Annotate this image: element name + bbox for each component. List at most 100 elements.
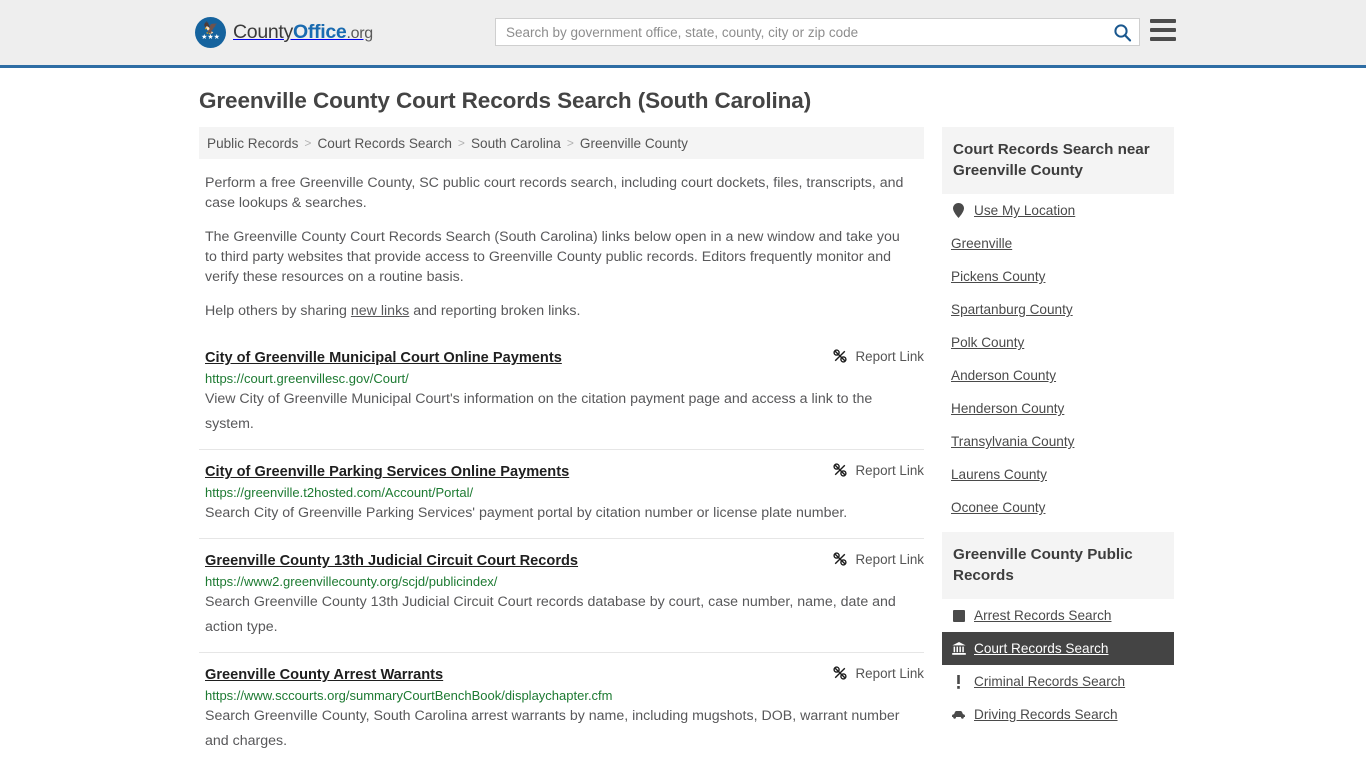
sidebar-item-label: Court Records Search — [974, 641, 1109, 656]
fingerprint-square-icon — [951, 608, 966, 623]
sidebar-item-criminal-records-search[interactable]: Criminal Records Search — [942, 665, 1174, 698]
sidebar-item-label: Greenville — [951, 236, 1013, 251]
result-title-link[interactable]: City of Greenville Parking Services Onli… — [205, 464, 569, 480]
sidebar-public-records-box: Greenville County Public Records Arrest … — [942, 532, 1174, 731]
search-icon — [1113, 23, 1131, 41]
sidebar-item-laurens-county[interactable]: Laurens County — [942, 458, 1174, 491]
sidebar-item-label: Driving Records Search — [974, 707, 1118, 722]
sidebar-item-label: Oconee County — [951, 500, 1046, 515]
result-url: https://greenville.t2hosted.com/Account/… — [205, 485, 474, 500]
search-button[interactable] — [1105, 19, 1139, 45]
sidebar-nearby-list: Use My Location Greenville Pickens Count… — [942, 194, 1174, 524]
intro-paragraph-1: Perform a free Greenville County, SC pub… — [205, 175, 904, 211]
sidebar-item-label: Spartanburg County — [951, 302, 1073, 317]
brand-org: .org — [346, 25, 373, 42]
broken-link-icon — [832, 552, 847, 566]
search-input[interactable] — [496, 19, 1105, 45]
hamburger-bar — [1150, 19, 1176, 23]
result-url: https://court.greenvillesc.gov/Court/ — [205, 371, 409, 386]
sidebar-item-label: Laurens County — [951, 467, 1047, 482]
result-title-link[interactable]: Greenville County Arrest Warrants — [205, 667, 443, 683]
sidebar-item-arrest-records-search[interactable]: Arrest Records Search — [942, 599, 1174, 632]
sidebar-item-label: Use My Location — [974, 203, 1076, 218]
intro-paragraph-2: The Greenville County Court Records Sear… — [205, 229, 900, 285]
search-bar — [495, 18, 1140, 46]
result-item: Greenville County Arrest Warrants Report… — [199, 652, 924, 766]
broken-link-icon — [832, 463, 847, 477]
sidebar-item-driving-records-search[interactable]: Driving Records Search — [942, 698, 1174, 731]
sidebar-item-polk-county[interactable]: Polk County — [942, 326, 1174, 359]
result-item: City of Greenville Municipal Court Onlin… — [199, 343, 924, 449]
sidebar-nearby-title: Court Records Search near Greenville Cou… — [942, 127, 1174, 194]
sidebar: Court Records Search near Greenville Cou… — [942, 127, 1174, 766]
breadcrumb-item-greenville-county[interactable]: Greenville County — [580, 136, 688, 151]
report-link-label: Report Link — [855, 462, 924, 478]
brand-county: County — [233, 21, 293, 43]
sidebar-item-court-records-search[interactable]: Court Records Search — [942, 632, 1174, 665]
sidebar-item-transylvania-county[interactable]: Transylvania County — [942, 425, 1174, 458]
sidebar-public-records-list: Arrest Records Search Court Records Sear… — [942, 599, 1174, 731]
report-link-button[interactable]: Report Link — [832, 462, 924, 478]
intro-p3-after: and reporting broken links. — [409, 303, 581, 319]
report-link-label: Report Link — [855, 665, 924, 681]
site-header: 🦅 ★★★ CountyOffice.org — [0, 0, 1366, 68]
result-url: https://www2.greenvillecounty.org/scjd/p… — [205, 574, 498, 589]
sidebar-item-label: Arrest Records Search — [974, 608, 1112, 623]
sidebar-item-oconee-county[interactable]: Oconee County — [942, 491, 1174, 524]
brand-text: CountyOffice.org — [233, 21, 373, 44]
eagle-seal-icon: 🦅 ★★★ — [195, 17, 226, 48]
sidebar-item-greenville[interactable]: Greenville — [942, 227, 1174, 260]
car-icon — [951, 707, 966, 722]
breadcrumb-separator: > — [304, 136, 312, 150]
sidebar-public-records-title: Greenville County Public Records — [942, 532, 1174, 599]
result-description: View City of Greenville Municipal Court'… — [205, 391, 873, 432]
hamburger-menu-icon[interactable] — [1150, 19, 1176, 41]
report-link-button[interactable]: Report Link — [832, 665, 924, 681]
result-description: Search Greenville County, South Carolina… — [205, 708, 900, 749]
sidebar-item-label: Criminal Records Search — [974, 674, 1126, 689]
site-logo[interactable]: 🦅 ★★★ CountyOffice.org — [195, 17, 373, 48]
breadcrumb-item-court-records-search[interactable]: Court Records Search — [317, 136, 451, 151]
content-row: Public Records > Court Records Search > … — [0, 127, 1366, 766]
result-url: https://www.sccourts.org/summaryCourtBen… — [205, 688, 613, 703]
exclamation-icon — [951, 674, 966, 689]
map-pin-icon — [951, 203, 966, 218]
intro-p3-before: Help others by sharing — [205, 303, 351, 319]
result-item: City of Greenville Parking Services Onli… — [199, 449, 924, 538]
broken-link-icon — [832, 666, 847, 680]
sidebar-nearby-box: Court Records Search near Greenville Cou… — [942, 127, 1174, 524]
page-body: Greenville County Court Records Search (… — [0, 68, 1366, 766]
hamburger-bar — [1150, 28, 1176, 32]
sidebar-item-label: Transylvania County — [951, 434, 1075, 449]
courthouse-icon — [951, 641, 966, 656]
result-title-link[interactable]: Greenville County 13th Judicial Circuit … — [205, 553, 578, 569]
intro-paragraph-3: Help others by sharing new links and rep… — [205, 301, 910, 321]
hamburger-bar — [1150, 37, 1176, 41]
breadcrumb-item-public-records[interactable]: Public Records — [207, 136, 298, 151]
sidebar-item-label: Henderson County — [951, 401, 1065, 416]
sidebar-item-label: Pickens County — [951, 269, 1046, 284]
report-link-label: Report Link — [855, 551, 924, 567]
broken-link-icon — [832, 349, 847, 363]
new-links-link[interactable]: new links — [351, 303, 409, 319]
sidebar-item-anderson-county[interactable]: Anderson County — [942, 359, 1174, 392]
sidebar-item-henderson-county[interactable]: Henderson County — [942, 392, 1174, 425]
result-item: Greenville County 13th Judicial Circuit … — [199, 538, 924, 652]
sidebar-item-spartanburg-county[interactable]: Spartanburg County — [942, 293, 1174, 326]
sidebar-item-label: Polk County — [951, 335, 1025, 350]
sidebar-item-label: Anderson County — [951, 368, 1057, 383]
result-title-link[interactable]: City of Greenville Municipal Court Onlin… — [205, 350, 562, 366]
breadcrumb-separator: > — [566, 136, 574, 150]
brand-office: Office — [293, 21, 347, 43]
breadcrumb-item-south-carolina[interactable]: South Carolina — [471, 136, 561, 151]
sidebar-item-pickens-county[interactable]: Pickens County — [942, 260, 1174, 293]
breadcrumb-separator: > — [457, 136, 465, 150]
report-link-button[interactable]: Report Link — [832, 348, 924, 364]
sidebar-item-use-my-location[interactable]: Use My Location — [942, 194, 1174, 227]
page-title: Greenville County Court Records Search (… — [199, 88, 812, 113]
report-link-button[interactable]: Report Link — [832, 551, 924, 567]
breadcrumb: Public Records > Court Records Search > … — [199, 127, 924, 159]
intro-section: Perform a free Greenville County, SC pub… — [199, 173, 924, 321]
main-column: Public Records > Court Records Search > … — [199, 127, 924, 766]
result-description: Search City of Greenville Parking Servic… — [205, 505, 848, 521]
